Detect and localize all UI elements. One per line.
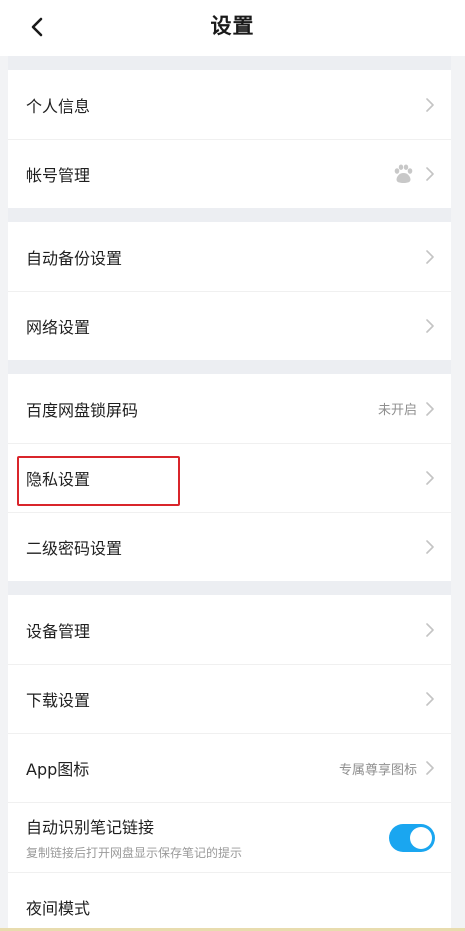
section-divider [8,360,451,374]
page-title: 设置 [210,14,255,38]
chevron-right-icon [425,97,435,113]
chevron-right-icon [425,622,435,638]
settings-item-download[interactable]: 下载设置 [8,664,451,733]
settings-group-account: 个人信息 帐号管理 [8,70,451,208]
chevron-right-icon [425,166,435,182]
settings-item-label: 隐私设置 [26,470,91,489]
chevron-right-icon [425,249,435,265]
settings-list: 个人信息 帐号管理 自动备份设置 网络设置 百度网盘锁屏码 未开启 隐私设置 二… [8,56,451,931]
chevron-right-icon [425,760,435,776]
settings-item-label: 夜间模式 [26,899,91,918]
settings-item-text: 自动识别笔记链接 复制链接后打开网盘显示保存笔记的提示 [26,814,389,861]
section-divider [8,581,451,595]
settings-item-app-icon[interactable]: App图标 专属尊享图标 [8,733,451,802]
settings-item-account-management[interactable]: 帐号管理 [8,139,451,208]
settings-item-label: 自动备份设置 [26,248,123,268]
settings-item-label: 设备管理 [26,621,91,641]
chevron-right-icon [425,539,435,555]
note-link-toggle[interactable] [389,823,435,852]
settings-item-label: 下载设置 [26,691,91,710]
settings-item-subtitle: 复制链接后打开网盘显示保存笔记的提示 [26,846,243,860]
settings-item-lock-screen-code[interactable]: 百度网盘锁屏码 未开启 [8,374,451,443]
settings-item-label: 百度网盘锁屏码 [26,400,139,420]
chevron-right-icon [425,470,435,486]
settings-item-value: 专属尊享图标 [338,762,417,778]
settings-item-note-link-detect: 自动识别笔记链接 复制链接后打开网盘显示保存笔记的提示 [8,802,451,872]
baidu-paw-icon [391,163,415,185]
settings-item-label: App图标 [26,760,90,779]
settings-item-night-mode[interactable]: 夜间模式 [8,872,451,931]
chevron-right-icon [425,401,435,417]
settings-item-auto-backup[interactable]: 自动备份设置 [8,222,451,291]
settings-item-secondary-password[interactable]: 二级密码设置 [8,512,451,581]
section-divider [8,208,451,222]
settings-item-label: 二级密码设置 [26,539,123,558]
settings-item-network[interactable]: 网络设置 [8,291,451,360]
settings-item-label: 自动识别笔记链接 [26,818,155,837]
top-bar: 设置 [0,0,465,56]
chevron-right-icon [425,691,435,707]
settings-item-label: 个人信息 [26,96,91,116]
settings-group-backup: 自动备份设置 网络设置 [8,222,451,360]
settings-item-value: 未开启 [377,403,417,418]
section-divider [8,56,451,70]
settings-item-label: 帐号管理 [26,166,91,185]
settings-item-device-management[interactable]: 设备管理 [8,595,451,664]
settings-item-privacy[interactable]: 隐私设置 [8,443,451,512]
chevron-right-icon [425,318,435,334]
settings-group-security: 百度网盘锁屏码 未开启 隐私设置 二级密码设置 [8,374,451,581]
settings-item-label: 网络设置 [26,318,91,337]
settings-item-personal-info[interactable]: 个人信息 [8,70,451,139]
toggle-knob [410,826,432,849]
settings-group-general: 设备管理 下载设置 App图标 专属尊享图标 自动识别笔记链接 复制链接后打开网… [8,595,451,931]
